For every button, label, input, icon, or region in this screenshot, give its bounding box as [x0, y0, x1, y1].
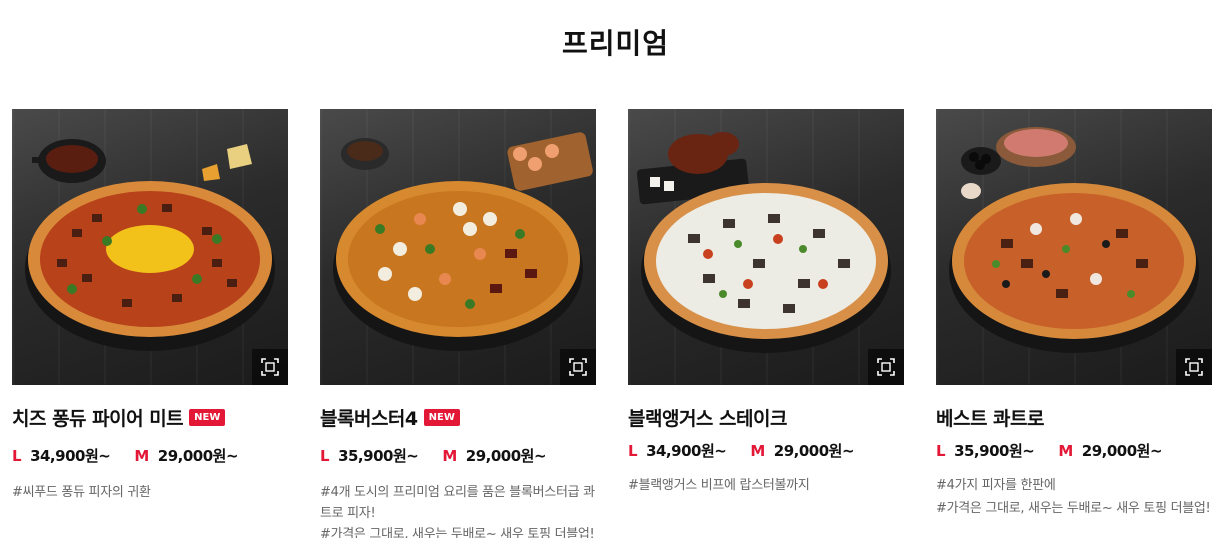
price-row: L 34,900원~ M 29,000원~: [628, 440, 904, 461]
pizza-illustration: [636, 132, 891, 353]
section-title: 프리미엄: [561, 27, 670, 60]
product-description: #4개 도시의 프리미엄 요리를 품은 블록버스터급 콰 트로 피자! #가격은…: [320, 482, 596, 538]
product-name[interactable]: 치즈 퐁듀 파이어 미트: [12, 404, 184, 431]
size-l-label: L: [12, 446, 22, 465]
product-image[interactable]: [320, 109, 596, 385]
zoom-button[interactable]: [1176, 349, 1212, 385]
zoom-button[interactable]: [560, 349, 596, 385]
description-line: #4가지 피자를 한판에: [936, 478, 1056, 493]
price-l: 34,900원~: [646, 442, 727, 460]
price-l: 35,900원~: [338, 447, 419, 465]
size-l-label: L: [320, 446, 330, 465]
expand-frame-icon: [1185, 358, 1203, 376]
price-m: 29,000원~: [465, 447, 547, 465]
description-line: #4개 도시의 프리미엄 요리를 품은 블록버스터급 콰: [320, 485, 595, 500]
product-card[interactable]: 치즈 퐁듀 파이어 미트 NEW L 34,900원~ M 29,000원~ #…: [12, 109, 288, 503]
product-name[interactable]: 블랙앵거스 스테이크: [628, 404, 787, 431]
product-name-row: 블랙앵거스 스테이크: [628, 404, 904, 431]
zoom-button[interactable]: [252, 349, 288, 385]
price-m: 29,000원~: [157, 447, 239, 465]
product-name[interactable]: 베스트 콰트로: [936, 404, 1045, 431]
size-m-label: M: [1058, 441, 1073, 460]
price-row: L 35,900원~ M 29,000원~: [320, 445, 596, 466]
product-image[interactable]: [936, 109, 1212, 385]
description-line: #가격은 그대로, 새우는 두배로~ 새우 토핑 더블업!: [320, 527, 595, 538]
pizza-illustration: [25, 139, 275, 351]
price-row: L 34,900원~ M 29,000원~: [12, 445, 288, 466]
product-description: #4가지 피자를 한판에 #가격은 그대로, 새우는 두배로~ 새우 토핑 더블…: [936, 475, 1212, 519]
price-m: 29,000원~: [773, 442, 855, 460]
description-line: 트로 피자!: [320, 506, 376, 521]
size-m-label: M: [750, 441, 765, 460]
size-l-label: L: [936, 441, 946, 460]
product-card[interactable]: 베스트 콰트로 L 35,900원~ M 29,000원~ #4가지 피자를 한…: [936, 109, 1212, 519]
new-badge: NEW: [189, 408, 226, 426]
pizza-illustration: [333, 132, 593, 351]
product-card[interactable]: 블록버스터4 NEW L 35,900원~ M 29,000원~ #4개 도시의…: [320, 109, 596, 538]
description-line: #가격은 그대로, 새우는 두배로~ 새우 토핑 더블업!: [936, 501, 1211, 516]
price-m: 29,000원~: [1081, 442, 1163, 460]
product-image[interactable]: [628, 109, 904, 385]
price-l: 34,900원~: [30, 447, 111, 465]
product-name-row: 베스트 콰트로: [936, 404, 1212, 431]
expand-frame-icon: [261, 358, 279, 376]
expand-frame-icon: [877, 358, 895, 376]
description-line: #씨푸드 퐁듀 피자의 귀환: [12, 485, 151, 500]
product-description: #블랙앵거스 비프에 랍스터볼까지: [628, 475, 904, 496]
size-m-label: M: [134, 446, 149, 465]
size-m-label: M: [442, 446, 457, 465]
product-name[interactable]: 블록버스터4: [320, 404, 418, 431]
description-line: #블랙앵거스 비프에 랍스터볼까지: [628, 478, 810, 493]
pizza-illustration: [949, 127, 1199, 353]
expand-frame-icon: [569, 358, 587, 376]
product-description: #씨푸드 퐁듀 피자의 귀환: [12, 482, 288, 503]
size-l-label: L: [628, 441, 638, 460]
price-l: 35,900원~: [954, 442, 1035, 460]
product-name-row: 블록버스터4 NEW: [320, 404, 596, 431]
price-row: L 35,900원~ M 29,000원~: [936, 440, 1212, 461]
product-name-row: 치즈 퐁듀 파이어 미트 NEW: [12, 404, 288, 431]
product-card[interactable]: 블랙앵거스 스테이크 L 34,900원~ M 29,000원~ #블랙앵거스 …: [628, 109, 904, 496]
new-badge: NEW: [423, 408, 460, 426]
product-image[interactable]: [12, 109, 288, 385]
zoom-button[interactable]: [868, 349, 904, 385]
